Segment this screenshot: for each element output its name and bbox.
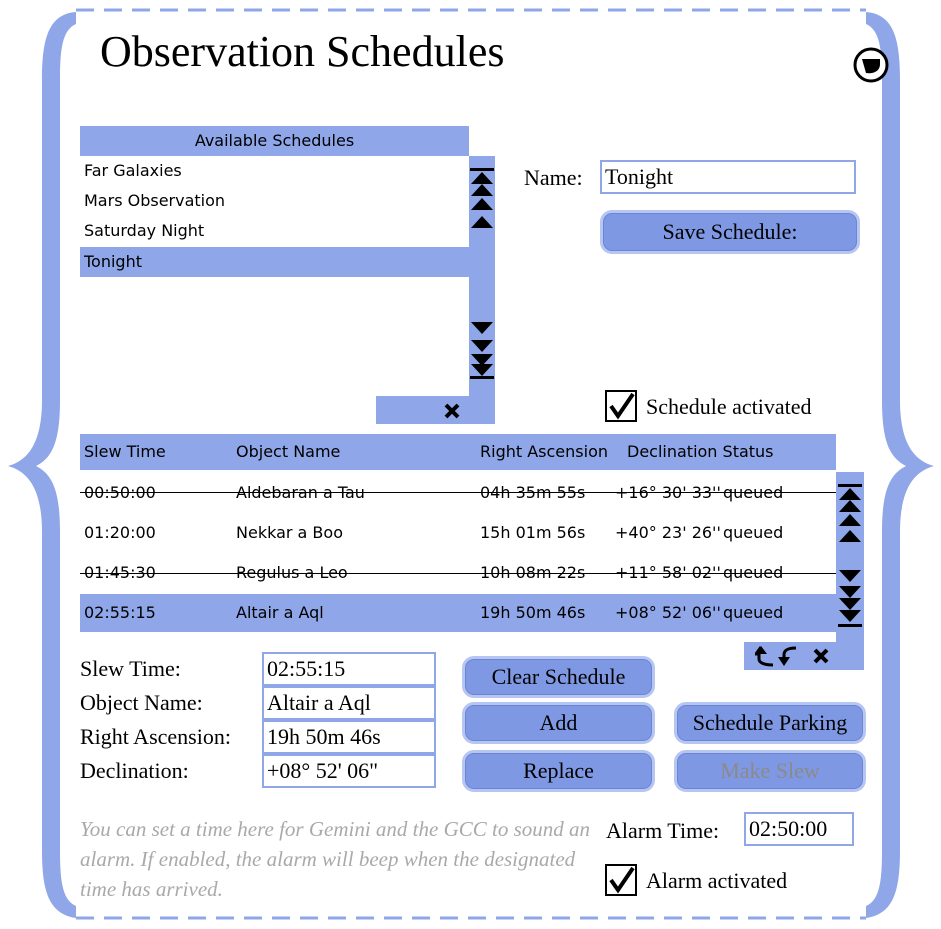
schedule-name-input[interactable]: Tonight <box>600 160 856 194</box>
move-down-icon[interactable] <box>778 645 798 667</box>
object-name-input[interactable]: Altair a Aql <box>262 686 436 720</box>
move-up-icon[interactable] <box>755 645 775 667</box>
row-right-ascension: 19h 50m 46s <box>480 603 586 622</box>
add-button[interactable]: Add <box>462 702 655 744</box>
schedules-list-footer <box>376 396 495 424</box>
col-object-name: Object Name <box>236 442 341 461</box>
scroll-bottom-icon[interactable] <box>469 318 495 382</box>
row-slew-time: 02:55:15 <box>84 603 156 622</box>
alarm-activated-label: Alarm activated <box>646 868 788 893</box>
row-status: queued <box>723 603 784 622</box>
schedule-item-tonight[interactable]: Tonight <box>80 247 469 277</box>
alarm-activated-checkbox[interactable] <box>605 864 637 896</box>
alarm-time-label: Alarm Time: <box>606 818 720 843</box>
slew-time-label: Slew Time: <box>80 656 181 681</box>
row-declination: +08° 52' 06'' <box>615 603 721 622</box>
slew-time-input[interactable]: 02:55:15 <box>262 652 436 686</box>
schedule-activated-label: Schedule activated <box>646 394 812 419</box>
right-ascension-label: Right Ascension: <box>80 724 231 749</box>
schedule-item-saturday-night[interactable]: Saturday Night <box>80 216 469 246</box>
alarm-hint-text: You can set a time here for Gemini and t… <box>80 817 591 901</box>
col-right-ascension: Right Ascension <box>480 442 608 461</box>
row-object-name: Aldebaran a Tau <box>236 483 365 502</box>
schedule-activated-checkbox[interactable] <box>605 390 637 422</box>
right-ascension-input[interactable]: 19h 50m 46s <box>262 720 436 754</box>
replace-button[interactable]: Replace <box>462 750 655 792</box>
declination-input[interactable]: +08° 52' 06" <box>262 754 436 788</box>
row-object-name: Altair a Aql <box>236 603 324 622</box>
row-strikethrough <box>80 492 860 493</box>
close-icon[interactable] <box>852 46 890 84</box>
declination-label: Declination: <box>80 758 189 783</box>
delete-schedule-icon[interactable] <box>443 402 461 420</box>
schedule-parking-button[interactable]: Schedule Parking <box>674 702 866 744</box>
table-scroll-top-icon[interactable] <box>837 484 863 546</box>
row-status: queued <box>723 483 784 502</box>
schedule-item-mars-observation[interactable]: Mars Observation <box>80 186 469 216</box>
row-declination: +16° 30' 33'' <box>615 483 721 502</box>
row-declination: +40° 23' 26'' <box>615 523 721 542</box>
row-right-ascension: 15h 01m 56s <box>480 523 586 542</box>
row-slew-time: 00:50:00 <box>84 483 156 502</box>
clear-schedule-button[interactable]: Clear Schedule <box>462 656 655 698</box>
checkmark-icon <box>609 866 635 894</box>
make-slew-button[interactable]: Make Slew <box>674 750 866 792</box>
row-status: queued <box>723 523 784 542</box>
row-right-ascension: 04h 35m 55s <box>480 483 586 502</box>
page-title: Observation Schedules <box>100 27 505 76</box>
row-strikethrough <box>80 573 860 574</box>
save-schedule-button[interactable]: Save Schedule: <box>600 210 860 254</box>
delete-row-icon[interactable] <box>813 648 829 664</box>
name-label: Name: <box>524 165 583 190</box>
object-name-label: Object Name: <box>80 690 203 715</box>
alarm-time-input[interactable]: 02:50:00 <box>744 812 854 846</box>
schedule-item-far-galaxies[interactable]: Far Galaxies <box>80 156 469 186</box>
available-schedules-header: Available Schedules <box>80 126 469 156</box>
checkmark-icon <box>609 392 635 420</box>
col-slew-time: Slew Time <box>84 442 166 461</box>
col-declination-status: Declination Status <box>627 442 774 461</box>
row-slew-time: 01:20:00 <box>84 523 156 542</box>
row-object-name: Nekkar a Boo <box>236 523 343 542</box>
table-scroll-bottom-icon[interactable] <box>837 566 863 630</box>
scroll-top-icon[interactable] <box>469 168 495 232</box>
